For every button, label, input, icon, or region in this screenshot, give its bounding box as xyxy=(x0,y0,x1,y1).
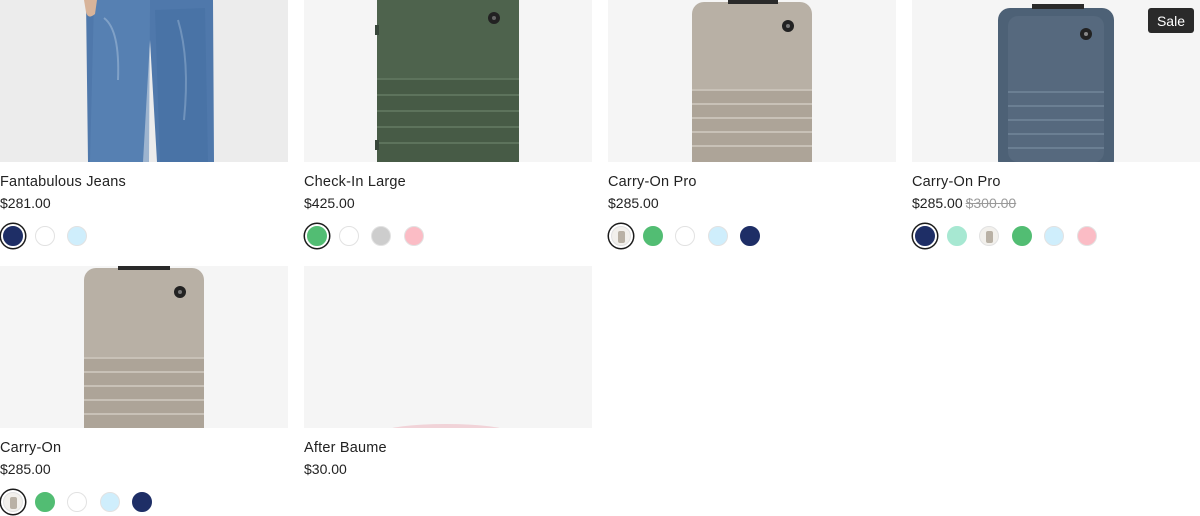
product-image[interactable] xyxy=(304,0,592,162)
color-swatch-white[interactable] xyxy=(675,226,696,246)
color-swatch-light-blue[interactable] xyxy=(67,226,88,246)
color-swatch-navy[interactable] xyxy=(132,492,153,512)
product-card[interactable]: Check-In Large $425.00 xyxy=(304,0,592,249)
product-title[interactable]: Check-In Large xyxy=(304,173,592,192)
compare-at-price: $300.00 xyxy=(965,195,1017,211)
color-swatch-light-blue[interactable] xyxy=(707,226,728,246)
product-image[interactable] xyxy=(0,0,288,162)
product-image[interactable] xyxy=(608,0,896,162)
product-price: $30.00 xyxy=(304,461,347,477)
color-swatches xyxy=(0,223,288,249)
color-swatch-beige-image[interactable] xyxy=(611,226,631,246)
color-swatch-navy[interactable] xyxy=(915,226,935,246)
color-swatch-pink[interactable] xyxy=(1076,226,1097,246)
color-swatch-mint[interactable] xyxy=(947,226,967,246)
color-swatch-beige-image[interactable] xyxy=(979,226,1000,246)
color-swatch-white[interactable] xyxy=(339,226,359,246)
product-title[interactable]: Carry-On Pro xyxy=(912,173,1200,192)
product-price: $281.00 xyxy=(0,195,51,211)
color-swatch-green[interactable] xyxy=(643,226,663,246)
color-swatch-navy[interactable] xyxy=(3,226,23,246)
sale-badge: Sale xyxy=(1147,8,1194,33)
product-image[interactable]: Sale xyxy=(912,0,1200,162)
product-price: $285.00 $300.00 xyxy=(912,195,1017,211)
product-card[interactable]: Sale Carry-On Pro $285.00 $300.00 xyxy=(912,0,1200,249)
color-swatches xyxy=(608,223,896,249)
color-swatch-green[interactable] xyxy=(1011,226,1032,246)
product-card[interactable]: Fantabulous Jeans $281.00 xyxy=(0,0,288,249)
product-card[interactable]: After Baume $30.00 xyxy=(304,266,592,479)
product-image[interactable] xyxy=(304,266,592,428)
color-swatches xyxy=(912,223,1200,249)
product-title[interactable]: Carry-On xyxy=(0,439,288,458)
color-swatches xyxy=(0,489,288,515)
color-swatch-navy[interactable] xyxy=(740,226,761,246)
product-title[interactable]: Fantabulous Jeans xyxy=(0,173,288,192)
color-swatches xyxy=(304,223,592,249)
color-swatch-pink[interactable] xyxy=(403,226,424,246)
product-price: $285.00 xyxy=(0,461,51,477)
beige-suitcase-photo xyxy=(0,266,288,428)
product-card[interactable]: Carry-On $285.00 xyxy=(0,266,288,515)
green-suitcase-photo xyxy=(304,0,592,162)
color-swatch-light-blue[interactable] xyxy=(1044,226,1065,246)
product-price: $425.00 xyxy=(304,195,355,211)
color-swatch-white[interactable] xyxy=(35,226,55,246)
product-card[interactable]: Carry-On Pro $285.00 xyxy=(608,0,896,249)
color-swatch-green[interactable] xyxy=(307,226,327,246)
product-price: $285.00 xyxy=(608,195,659,211)
color-swatch-beige-image[interactable] xyxy=(3,492,23,512)
product-image[interactable] xyxy=(0,266,288,428)
product-title[interactable]: After Baume xyxy=(304,439,592,458)
color-swatch-white[interactable] xyxy=(67,492,88,512)
balm-product-photo xyxy=(304,266,592,428)
color-swatch-green[interactable] xyxy=(35,492,55,512)
jeans-photo xyxy=(0,0,288,162)
color-swatch-grey[interactable] xyxy=(371,226,392,246)
product-title[interactable]: Carry-On Pro xyxy=(608,173,896,192)
color-swatch-light-blue[interactable] xyxy=(99,492,120,512)
beige-suitcase-photo xyxy=(608,0,896,162)
